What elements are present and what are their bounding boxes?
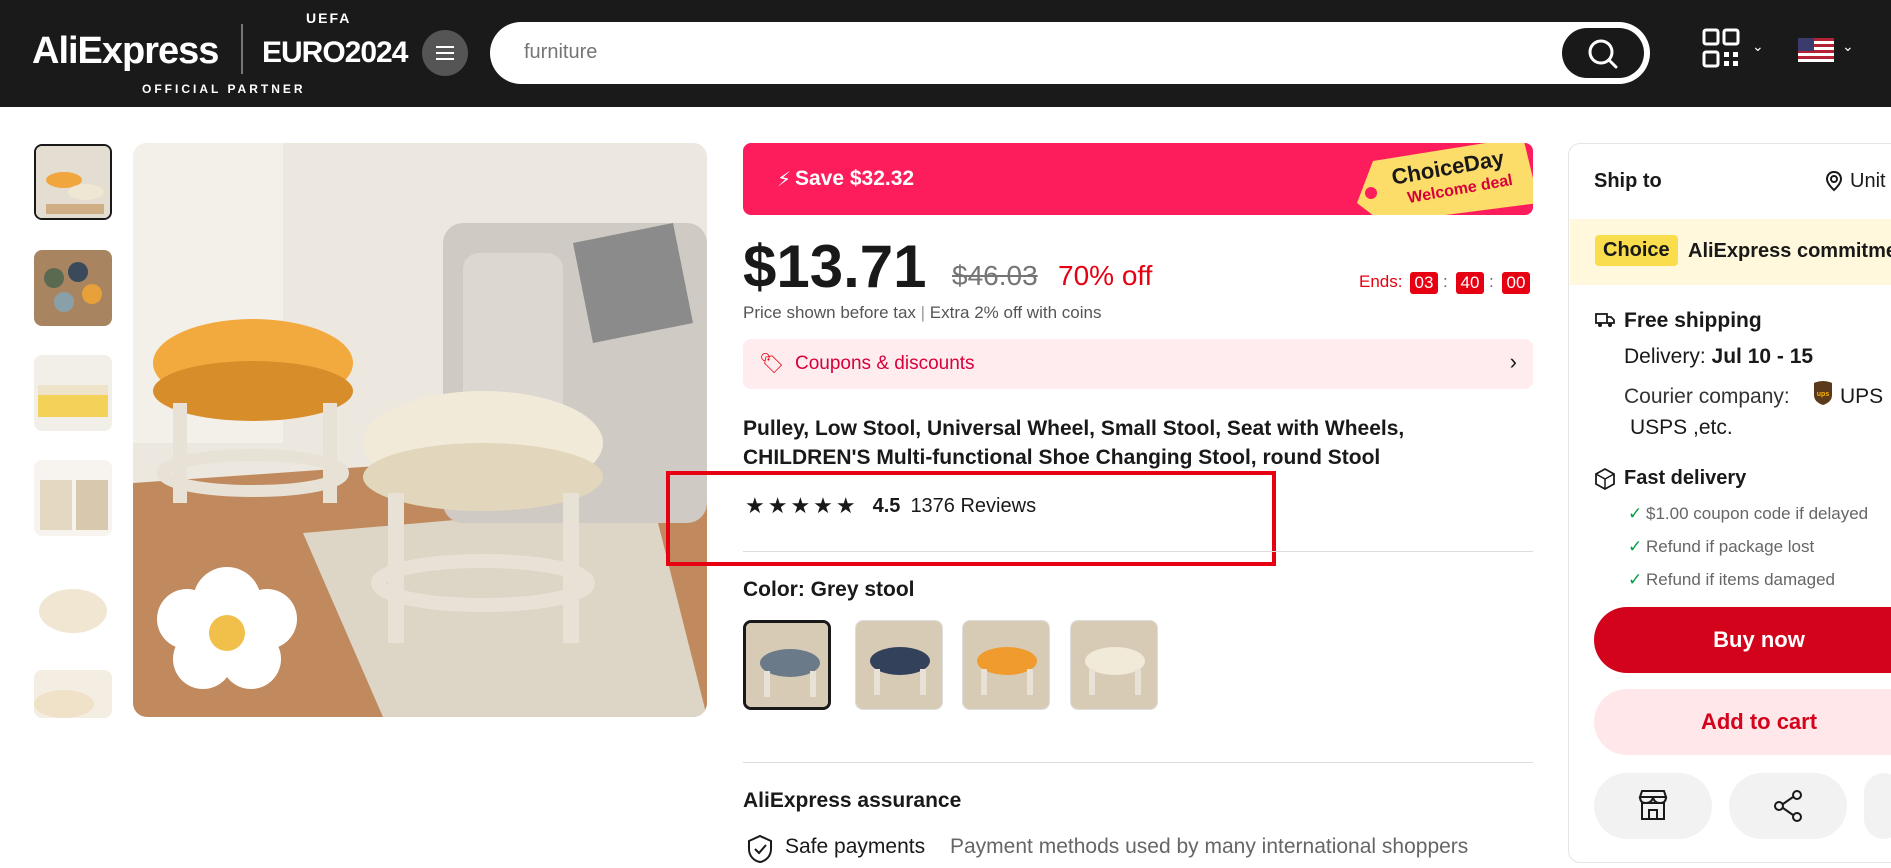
courier-more: USPS ,etc. — [1630, 416, 1733, 439]
ends-label: Ends: — [1359, 272, 1403, 291]
uefa-label: UEFA — [306, 10, 352, 26]
free-shipping-label: Free shipping — [1624, 309, 1762, 332]
coupons-label: Coupons & discounts — [795, 353, 975, 374]
logo-divider — [241, 24, 243, 74]
check-icon: ✓ — [1628, 537, 1643, 556]
original-price: $46.03 — [952, 260, 1038, 291]
add-to-cart-button[interactable]: Add to cart — [1594, 689, 1891, 755]
main-product-image[interactable] — [133, 143, 707, 717]
safe-payments-label: Safe payments — [785, 835, 926, 858]
price-tag-icon: 🏷 — [759, 353, 785, 375]
buy-now-button[interactable]: Buy now — [1594, 607, 1891, 673]
price-note: Price shown before tax | Extra 2% off wi… — [743, 303, 1101, 323]
share-button[interactable] — [1729, 773, 1847, 839]
menu-button[interactable] — [422, 30, 468, 76]
aliexpress-logo[interactable]: AliExpress — [32, 30, 219, 73]
hamburger-icon — [436, 52, 454, 54]
top-navbar: AliExpress UEFA EURO2024 OFFICIAL PARTNE… — [0, 0, 1891, 107]
check-icon: ✓ — [1628, 504, 1643, 523]
thumbnail-6[interactable] — [34, 670, 112, 718]
thumbnail-5[interactable] — [34, 565, 112, 641]
thumbnail-4[interactable] — [34, 460, 112, 536]
courier-ups: UPS — [1840, 385, 1884, 408]
chevron-down-icon[interactable]: ⌄ — [1752, 38, 1764, 55]
share-icon — [1774, 790, 1802, 822]
benefit-item: $1.00 coupon code if delayed — [1646, 504, 1869, 523]
coins-note: Extra 2% off with coins — [929, 303, 1102, 322]
color-swatch-cream[interactable] — [1070, 620, 1158, 710]
store-icon — [1638, 790, 1668, 820]
divider — [743, 762, 1533, 763]
qr-code-icon[interactable] — [1702, 28, 1740, 68]
countdown-seconds: 00 — [1502, 272, 1530, 294]
thumbnail-2[interactable] — [34, 250, 112, 326]
countdown-separator: : — [1443, 272, 1448, 291]
discount-percent: 70% off — [1058, 260, 1153, 291]
delivery-row: Delivery: Jul 10 - 15 — [1624, 345, 1813, 369]
search-icon — [1588, 39, 1618, 69]
color-swatch-grey[interactable] — [743, 620, 831, 710]
commitment-label: AliExpress commitme — [1688, 240, 1891, 262]
color-swatch-orange[interactable] — [962, 620, 1050, 710]
color-label: Color: Grey stool — [743, 578, 915, 601]
countdown-separator: : — [1489, 272, 1494, 291]
color-swatch-navy[interactable] — [855, 620, 943, 710]
benefit-item: Refund if items damaged — [1646, 570, 1835, 589]
countdown-hours: 03 — [1410, 272, 1438, 294]
note-separator: | — [920, 303, 930, 322]
product-title: Pulley, Low Stool, Universal Wheel, Smal… — [743, 417, 1405, 469]
check-icon: ✓ — [1628, 570, 1643, 589]
thumbnail-1[interactable] — [34, 144, 112, 220]
choice-badge: Choice — [1595, 235, 1678, 266]
thumbnail-3[interactable] — [34, 355, 112, 431]
search-bar — [490, 22, 1650, 84]
shield-check-icon — [748, 834, 772, 864]
benefit-item: Refund if package lost — [1646, 537, 1815, 556]
coupons-discounts-row[interactable]: 🏷 Coupons & discounts › — [743, 339, 1533, 389]
save-promo-banner: ⚡ Save $32.32 ChoiceDay Welcome deal — [743, 143, 1533, 215]
truck-icon — [1595, 313, 1615, 327]
assurance-title: AliExpress assurance — [743, 789, 962, 812]
location-pin-icon — [1825, 170, 1843, 192]
svg-text:ups: ups — [1817, 391, 1830, 398]
current-price: $13.71 — [743, 233, 927, 300]
ship-to-label: Ship to — [1594, 170, 1662, 192]
ups-logo-icon: ups — [1814, 381, 1832, 405]
store-button[interactable] — [1594, 773, 1712, 839]
official-partner-label: OFFICIAL PARTNER — [142, 82, 306, 96]
delivery-label: Delivery: — [1624, 345, 1706, 368]
delivery-dates: Jul 10 - 15 — [1711, 345, 1814, 368]
search-input[interactable] — [524, 41, 1524, 64]
euro2024-logo: EURO2024 — [262, 36, 408, 69]
save-amount: Save $32.32 — [795, 167, 915, 190]
safe-payments-desc: Payment methods used by many internation… — [950, 835, 1469, 858]
package-icon — [1595, 467, 1615, 491]
courier-label: Courier company: — [1624, 385, 1790, 408]
chevron-down-icon[interactable]: ⌄ — [1842, 38, 1854, 55]
countdown-minutes: 40 — [1456, 272, 1484, 294]
ship-to-value[interactable]: Unit — [1850, 170, 1886, 193]
chevron-right-icon: › — [1509, 349, 1517, 374]
divider — [743, 551, 1533, 552]
search-button[interactable] — [1562, 28, 1644, 78]
more-button[interactable] — [1864, 773, 1891, 839]
fast-delivery-label: Fast delivery — [1624, 467, 1747, 489]
lightning-icon: ⚡ — [777, 169, 792, 191]
tax-note: Price shown before tax — [743, 303, 916, 322]
us-flag-icon[interactable] — [1798, 38, 1834, 62]
